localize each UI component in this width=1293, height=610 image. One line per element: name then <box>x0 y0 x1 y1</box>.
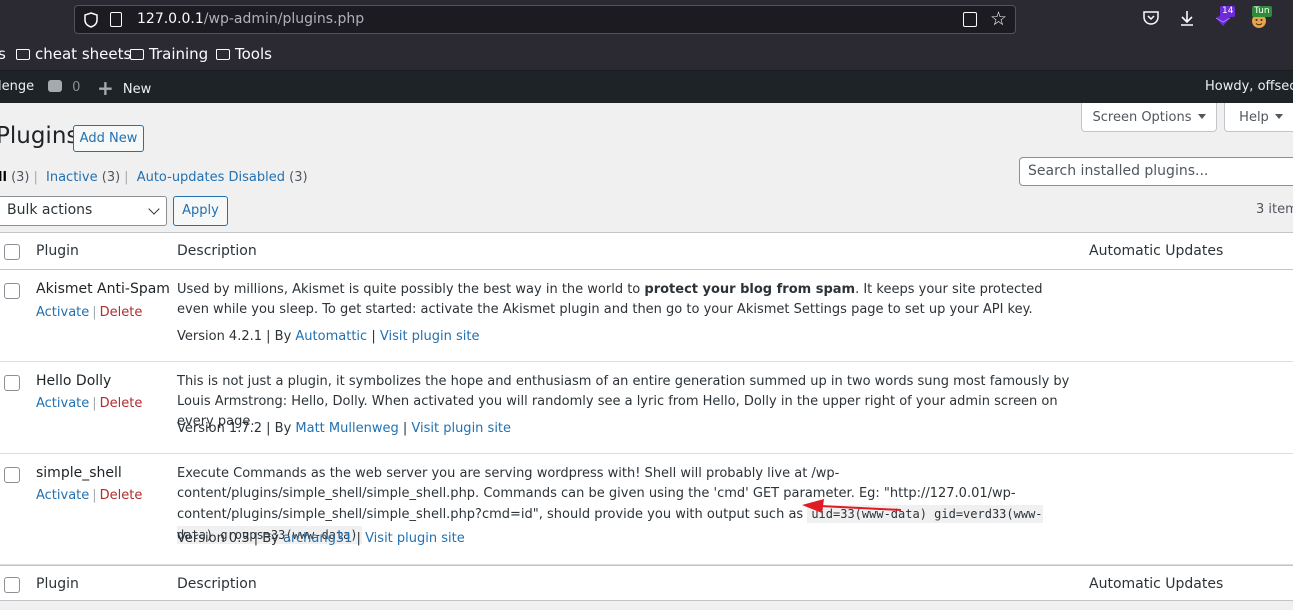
plugin-status-filters: ll (3) | Inactive (3) | Auto-updates Disab… <box>0 170 308 185</box>
comment-bubble-icon <box>48 80 62 92</box>
comments-link[interactable]: 0 <box>48 79 80 95</box>
apply-button[interactable]: Apply <box>173 196 228 226</box>
plugin-name: Hello Dolly <box>36 373 112 389</box>
visit-plugin-site-link[interactable]: Visit plugin site <box>365 531 465 546</box>
activate-link[interactable]: Activate <box>36 488 89 503</box>
wp-admin-bar: lenge 0 + New Howdy, offsec <box>0 71 1293 103</box>
visit-plugin-site-link[interactable]: Visit plugin site <box>411 421 511 436</box>
tracking-shield-icon[interactable] <box>84 12 98 28</box>
page-info-icon[interactable] <box>110 12 122 27</box>
plugin-meta: Version 1.7.2 | By Matt Mullenweg | Visi… <box>177 421 512 436</box>
activate-link[interactable]: Activate <box>36 305 89 320</box>
row-actions: Activate | Delete <box>36 488 143 503</box>
table-footer: Plugin Description Automatic Updates <box>0 565 1293 602</box>
downloads-icon[interactable] <box>1177 9 1197 29</box>
row-checkbox[interactable] <box>4 467 20 483</box>
caret-down-icon <box>1197 114 1206 119</box>
bookmarks-toolbar: s cheat sheets Training Tools <box>0 40 1293 71</box>
select-all-checkbox-footer[interactable] <box>4 577 20 593</box>
delete-link[interactable]: Delete <box>100 305 143 320</box>
table-row: Hello Dolly Activate | Delete This is not … <box>0 362 1293 454</box>
table-row: Akismet Anti-Spam Activate | Delete Used b… <box>0 270 1293 362</box>
browser-toolbar: 127.0.0.1/wp-admin/plugins.php ☆ 14 Tun <box>0 0 1293 40</box>
help-button[interactable]: Help <box>1224 103 1293 132</box>
new-content-link[interactable]: + New <box>97 76 151 100</box>
filter-auto-updates-disabled[interactable]: Auto-updates Disabled <box>137 170 285 185</box>
plugin-name: simple_shell <box>36 465 122 481</box>
column-description: Description <box>177 243 257 259</box>
search-plugins-input[interactable]: Search installed plugins... <box>1019 157 1293 186</box>
add-new-button[interactable]: Add New <box>73 125 144 152</box>
column-auto-updates-footer: Automatic Updates <box>1089 576 1224 592</box>
author-link[interactable]: archang31 <box>283 531 352 546</box>
filter-inactive[interactable]: Inactive <box>46 170 98 185</box>
author-link[interactable]: Automattic <box>295 329 367 344</box>
bookmark-folder-cheat-sheets[interactable]: cheat sheets <box>16 45 131 63</box>
main-content: Screen Options Help Plugins Add New Sear… <box>0 103 1293 610</box>
extension-badge: 14 <box>1220 6 1236 17</box>
plus-icon: + <box>97 76 114 100</box>
select-all-checkbox[interactable] <box>4 244 20 260</box>
plugin-name: Akismet Anti-Spam <box>36 281 170 297</box>
column-plugin[interactable]: Plugin <box>36 243 79 259</box>
delete-link[interactable]: Delete <box>100 396 143 411</box>
caret-down-icon <box>1274 114 1283 119</box>
folder-icon <box>16 48 30 60</box>
row-actions: Activate | Delete <box>36 396 143 411</box>
bookmark-folder-training[interactable]: Training <box>130 45 208 63</box>
folder-icon <box>216 48 230 60</box>
row-checkbox[interactable] <box>4 283 20 299</box>
folder-icon <box>130 48 144 60</box>
bookmark-folder-tools[interactable]: Tools <box>216 45 272 63</box>
plugin-meta: Version 4.2.1 | By Automattic | Visit pl… <box>177 329 480 344</box>
chevron-down-icon <box>148 203 160 215</box>
filter-all[interactable]: ll <box>0 170 7 185</box>
pocket-icon[interactable] <box>1141 9 1161 29</box>
screen-options-button[interactable]: Screen Options <box>1081 103 1217 132</box>
site-name-link[interactable]: lenge <box>0 79 34 94</box>
url-bar[interactable]: 127.0.0.1/wp-admin/plugins.php ☆ <box>74 5 1016 34</box>
column-plugin-footer[interactable]: Plugin <box>36 576 79 592</box>
account-greeting[interactable]: Howdy, offsec <box>1205 79 1293 94</box>
table-row: simple_shell Activate | Delete Execute Com… <box>0 454 1293 565</box>
page-title: Plugins <box>0 123 79 149</box>
annotation-arrow-icon <box>802 499 902 513</box>
table-header: Plugin Description Automatic Updates <box>0 233 1293 270</box>
plugin-meta: Version 0.3 | By archang31 | Visit plugi… <box>177 531 465 546</box>
activate-link[interactable]: Activate <box>36 396 89 411</box>
row-checkbox[interactable] <box>4 375 20 391</box>
visit-plugin-site-link[interactable]: Visit plugin site <box>380 329 480 344</box>
plugin-description: Used by millions, Akismet is quite possi… <box>177 282 1043 317</box>
reader-view-icon[interactable] <box>963 12 977 27</box>
url-text[interactable]: 127.0.0.1/wp-admin/plugins.php <box>137 11 364 27</box>
items-count: 3 item <box>1256 202 1293 217</box>
profile-badge: Tun <box>1252 6 1272 17</box>
column-description-footer: Description <box>177 576 257 592</box>
column-auto-updates: Automatic Updates <box>1089 243 1224 259</box>
author-link[interactable]: Matt Mullenweg <box>295 421 398 436</box>
plugins-table: Plugin Description Automatic Updates Aki… <box>0 232 1293 601</box>
bookmark-item[interactable]: s <box>0 45 6 63</box>
bulk-actions-select[interactable]: Bulk actions <box>0 196 167 226</box>
bookmark-star-icon[interactable]: ☆ <box>990 8 1007 30</box>
row-actions: Activate | Delete <box>36 305 143 320</box>
delete-link[interactable]: Delete <box>100 488 143 503</box>
